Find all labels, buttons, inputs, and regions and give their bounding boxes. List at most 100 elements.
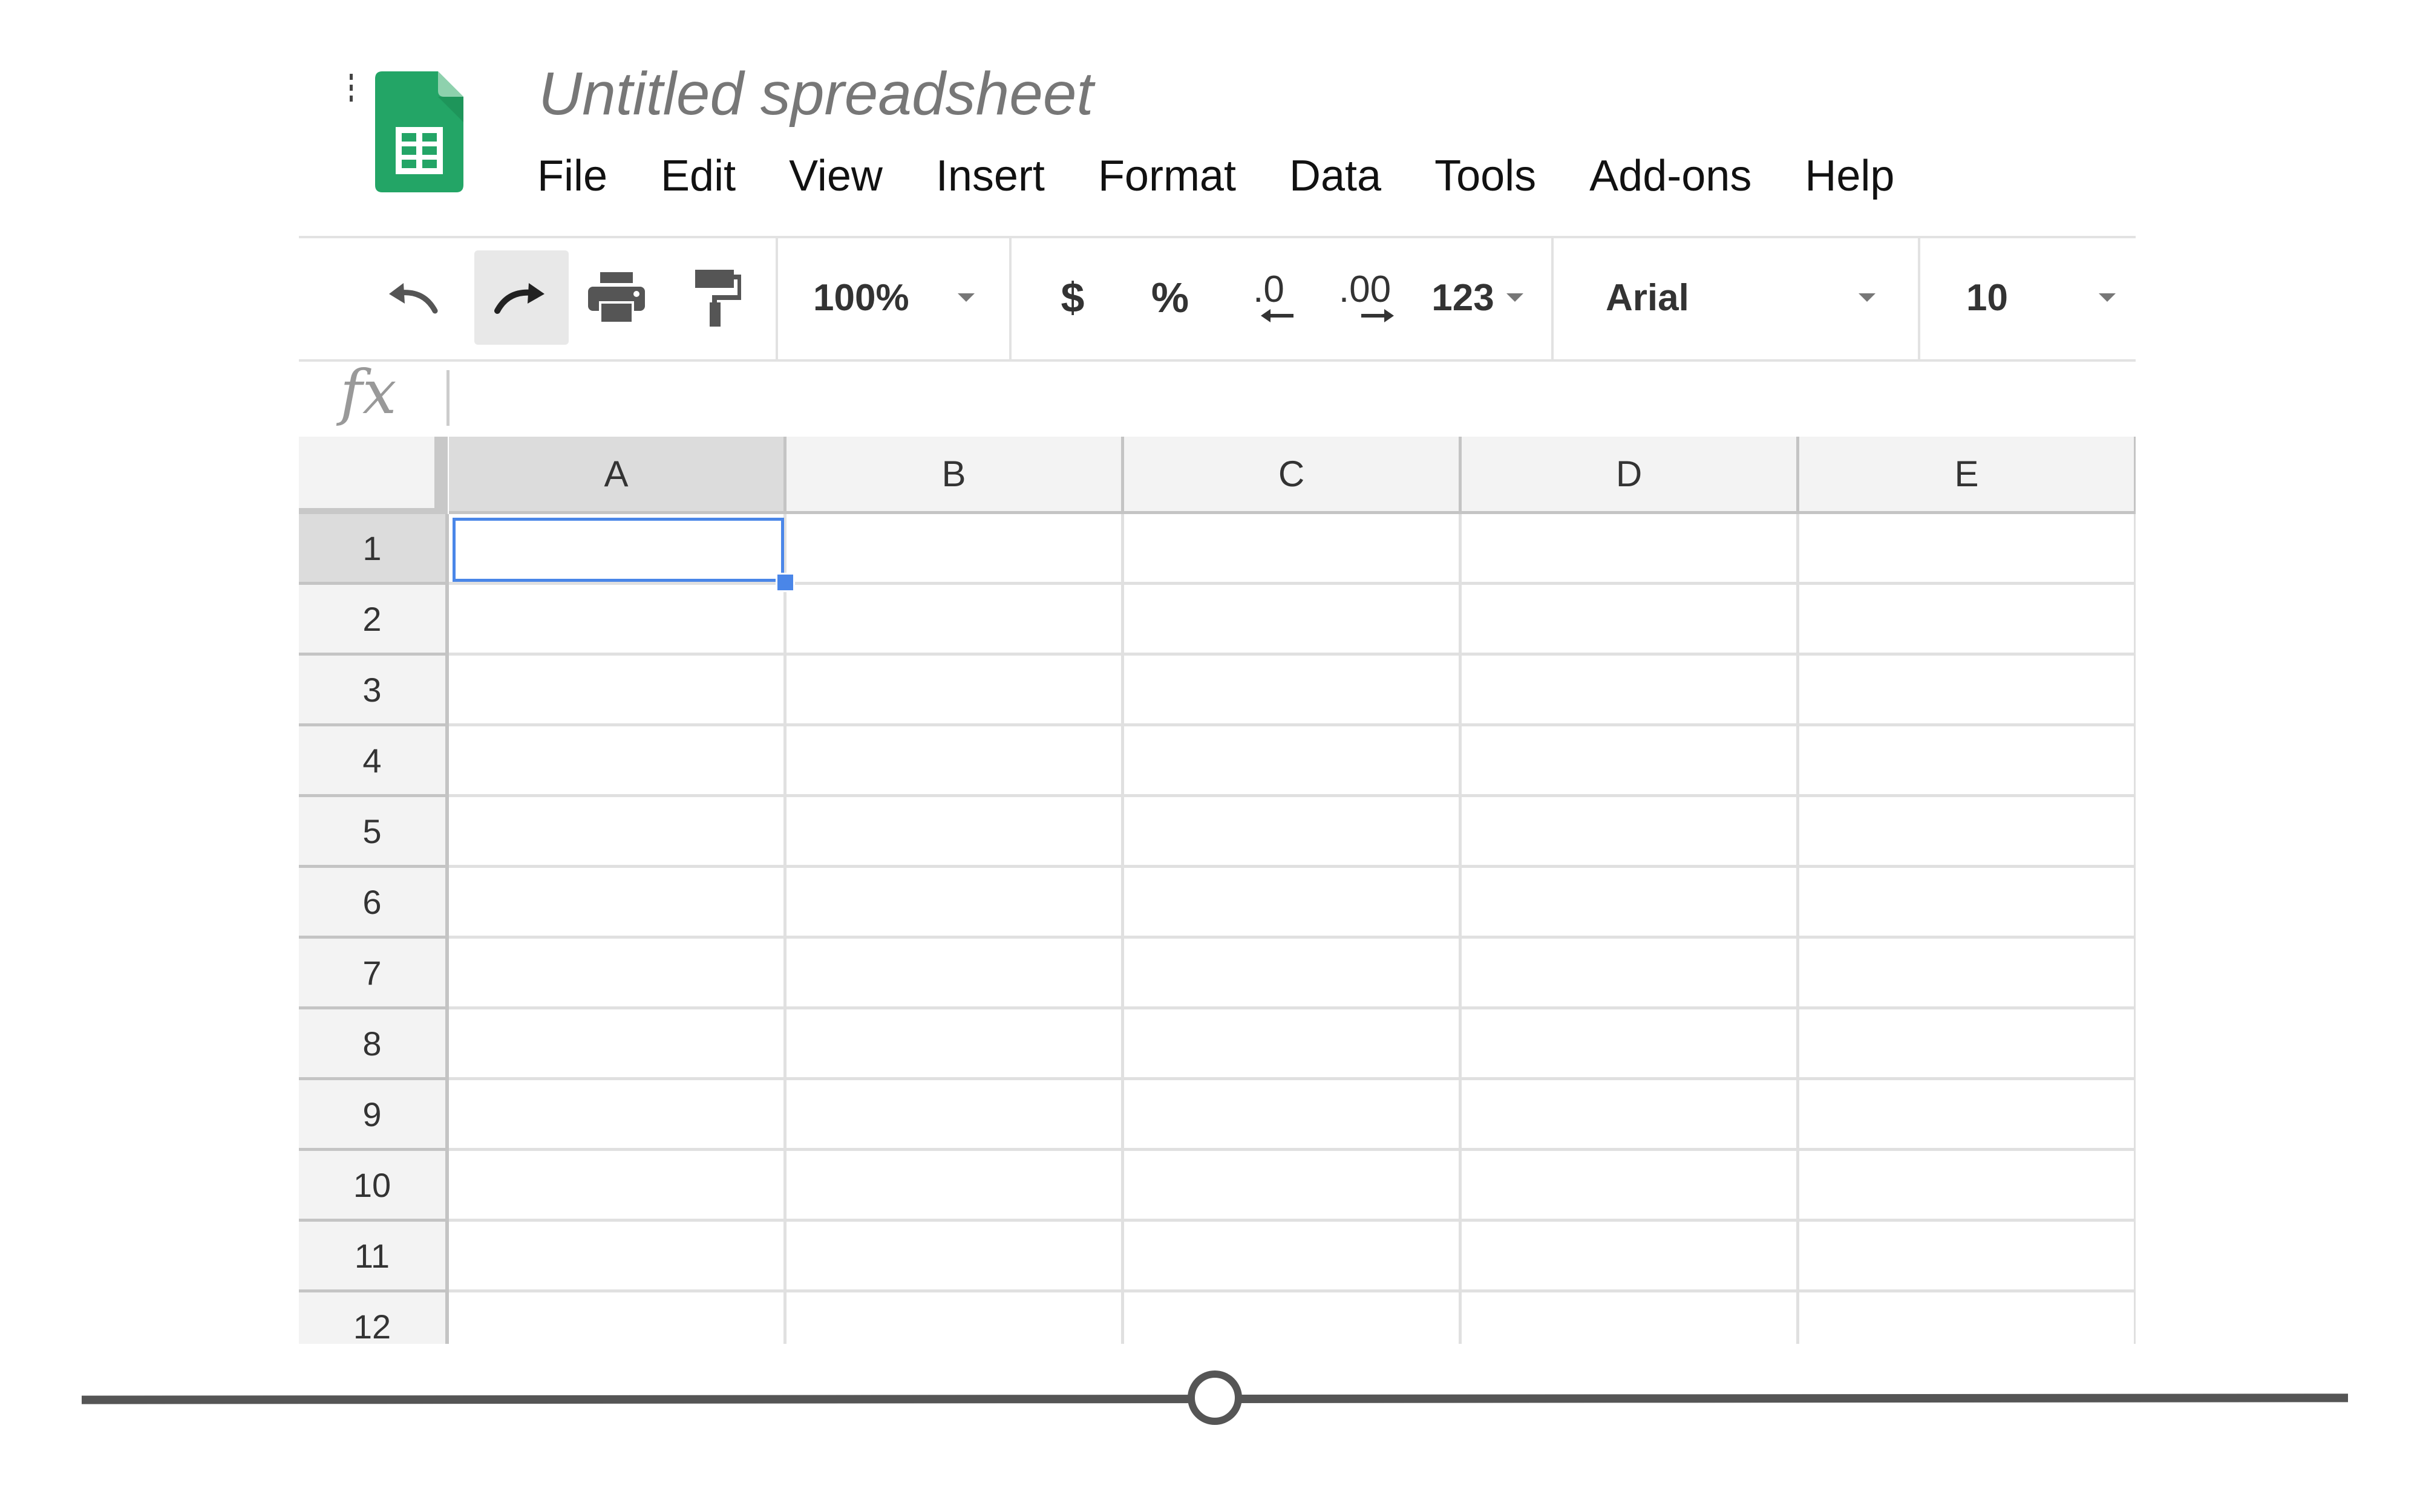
cell-d6[interactable] [1462, 868, 1799, 939]
column-header-c[interactable]: C [1124, 437, 1462, 514]
cell-e11[interactable] [1799, 1222, 2136, 1292]
cell-e4[interactable] [1799, 726, 2136, 797]
cell-b7[interactable] [786, 939, 1124, 1009]
cell-b5[interactable] [786, 797, 1124, 868]
row-header-1[interactable]: 1 [299, 514, 449, 585]
print-button[interactable] [583, 250, 650, 345]
percent-button[interactable]: % [1140, 250, 1200, 345]
cell-c1[interactable] [1124, 514, 1462, 585]
cell-d10[interactable] [1462, 1151, 1799, 1222]
cell-a7[interactable] [449, 939, 786, 1009]
cell-c3[interactable] [1124, 656, 1462, 726]
slider-knob[interactable] [1188, 1370, 1242, 1425]
undo-button[interactable] [378, 250, 444, 345]
cell-d7[interactable] [1462, 939, 1799, 1009]
menu-help[interactable]: Help [1805, 151, 1894, 212]
document-title[interactable]: Untitled spreadsheet [538, 59, 1093, 129]
cell-e7[interactable] [1799, 939, 2136, 1009]
row-header-5[interactable]: 5 [299, 797, 449, 868]
menu-addons[interactable]: Add-ons [1589, 151, 1751, 212]
column-header-e[interactable]: E [1799, 437, 2136, 514]
font-select[interactable]: Arial [1606, 250, 1890, 345]
row-header-7[interactable]: 7 [299, 939, 449, 1009]
cell-a4[interactable] [449, 726, 786, 797]
menu-data[interactable]: Data [1289, 151, 1381, 212]
more-formats-button[interactable]: 123 [1423, 250, 1532, 345]
currency-button[interactable]: $ [1045, 250, 1100, 345]
row-header-4[interactable]: 4 [299, 726, 449, 797]
cell-a2[interactable] [449, 585, 786, 656]
cell-c5[interactable] [1124, 797, 1462, 868]
cell-d3[interactable] [1462, 656, 1799, 726]
cell-a8[interactable] [449, 1009, 786, 1080]
paint-format-button[interactable] [684, 250, 750, 345]
cell-d12[interactable] [1462, 1292, 1799, 1344]
cell-a12[interactable] [449, 1292, 786, 1344]
row-header-6[interactable]: 6 [299, 868, 449, 939]
zoom-select[interactable]: 100% [813, 250, 1007, 345]
row-header-3[interactable]: 3 [299, 656, 449, 726]
menu-tools[interactable]: Tools [1434, 151, 1536, 212]
cell-b1[interactable] [786, 514, 1124, 585]
cell-c2[interactable] [1124, 585, 1462, 656]
cell-c7[interactable] [1124, 939, 1462, 1009]
cell-b10[interactable] [786, 1151, 1124, 1222]
cell-d11[interactable] [1462, 1222, 1799, 1292]
cell-a3[interactable] [449, 656, 786, 726]
cell-a10[interactable] [449, 1151, 786, 1222]
row-header-12[interactable]: 12 [299, 1292, 449, 1344]
cell-e5[interactable] [1799, 797, 2136, 868]
cell-d9[interactable] [1462, 1080, 1799, 1151]
column-header-d[interactable]: D [1462, 437, 1799, 514]
row-header-11[interactable]: 11 [299, 1222, 449, 1292]
cell-d4[interactable] [1462, 726, 1799, 797]
cell-c12[interactable] [1124, 1292, 1462, 1344]
menu-file[interactable]: File [537, 151, 607, 212]
cell-e8[interactable] [1799, 1009, 2136, 1080]
menu-insert[interactable]: Insert [936, 151, 1045, 212]
cell-a9[interactable] [449, 1080, 786, 1151]
increase-decimal-button[interactable]: .00 [1329, 250, 1401, 345]
sheets-logo-icon[interactable] [375, 71, 463, 192]
cell-e3[interactable] [1799, 656, 2136, 726]
font-size-select[interactable]: 10 [1966, 250, 2130, 345]
column-header-a[interactable]: A [449, 437, 786, 514]
row-header-8[interactable]: 8 [299, 1009, 449, 1080]
cell-c8[interactable] [1124, 1009, 1462, 1080]
cell-c6[interactable] [1124, 868, 1462, 939]
drag-handle-icon[interactable] [350, 74, 355, 117]
row-header-10[interactable]: 10 [299, 1151, 449, 1222]
cell-e9[interactable] [1799, 1080, 2136, 1151]
row-header-2[interactable]: 2 [299, 585, 449, 656]
cell-b9[interactable] [786, 1080, 1124, 1151]
menu-view[interactable]: View [789, 151, 883, 212]
row-header-9[interactable]: 9 [299, 1080, 449, 1151]
menu-format[interactable]: Format [1098, 151, 1236, 212]
cell-e2[interactable] [1799, 585, 2136, 656]
cell-c11[interactable] [1124, 1222, 1462, 1292]
cell-d2[interactable] [1462, 585, 1799, 656]
cell-c9[interactable] [1124, 1080, 1462, 1151]
cell-d1[interactable] [1462, 514, 1799, 585]
cell-b11[interactable] [786, 1222, 1124, 1292]
redo-button[interactable] [474, 250, 569, 345]
select-all-corner[interactable] [299, 437, 448, 520]
cell-e10[interactable] [1799, 1151, 2136, 1222]
formula-input[interactable] [460, 363, 2096, 431]
cell-b12[interactable] [786, 1292, 1124, 1344]
cell-e1[interactable] [1799, 514, 2136, 585]
fill-handle[interactable] [776, 573, 795, 592]
cell-c10[interactable] [1124, 1151, 1462, 1222]
cell-e12[interactable] [1799, 1292, 2136, 1344]
cell-b3[interactable] [786, 656, 1124, 726]
cell-a11[interactable] [449, 1222, 786, 1292]
cell-b2[interactable] [786, 585, 1124, 656]
cell-b4[interactable] [786, 726, 1124, 797]
cell-c4[interactable] [1124, 726, 1462, 797]
cell-a6[interactable] [449, 868, 786, 939]
decrease-decimal-button[interactable]: .0 [1235, 250, 1302, 345]
cell-e6[interactable] [1799, 868, 2136, 939]
cell-b6[interactable] [786, 868, 1124, 939]
menu-edit[interactable]: Edit [661, 151, 736, 212]
cell-a5[interactable] [449, 797, 786, 868]
